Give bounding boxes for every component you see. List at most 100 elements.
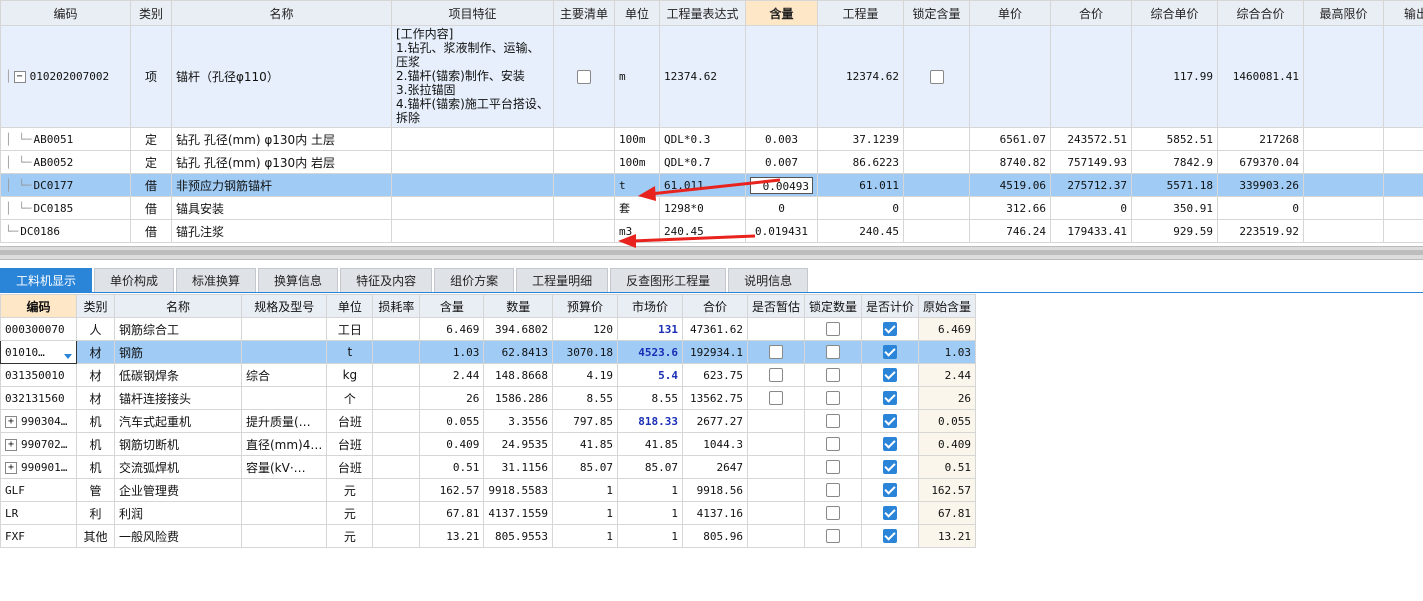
lock-qty-checkbox[interactable]	[826, 368, 841, 383]
res-qty-cell[interactable]: 62.8413	[483, 340, 553, 364]
res-content-cell[interactable]: 13.21	[419, 524, 485, 548]
res-provisional-cell[interactable]	[746, 363, 806, 387]
quota-comp-price-cell[interactable]: 929.59	[1131, 219, 1218, 243]
res-budget-cell[interactable]: 41.85	[552, 432, 618, 456]
bill-max-price-cell[interactable]	[1303, 25, 1384, 128]
quota-total-cell[interactable]: 757149.93	[1050, 150, 1132, 174]
resource-row[interactable]: LR 利 利润 元 67.81 4137.1559 1 1 4137.16 67…	[0, 501, 977, 525]
quota-qty-cell[interactable]: 37.1239	[817, 127, 904, 151]
quota-type-cell[interactable]: 借	[130, 173, 172, 197]
res-spec-cell[interactable]	[240, 501, 328, 525]
res-market-cell[interactable]: 1	[617, 524, 683, 548]
resource-row[interactable]: 031350010 材 低碳钢焊条 综合 kg 2.44 148.8668 4.…	[0, 363, 977, 387]
bill-type-cell[interactable]: 项	[130, 25, 172, 128]
res-total-cell[interactable]: 47361.62	[682, 317, 748, 341]
res-lock-cell[interactable]	[804, 455, 863, 479]
res-content-cell[interactable]: 0.055	[419, 409, 485, 433]
priced-checkbox[interactable]	[883, 460, 898, 475]
res-col-header-market-price[interactable]: 市场价	[617, 294, 683, 318]
main-list-checkbox[interactable]	[577, 69, 591, 84]
res-content-cell[interactable]: 0.51	[419, 455, 485, 479]
quota-content-cell[interactable]: 0.003	[745, 127, 818, 151]
res-total-cell[interactable]: 192934.1	[682, 340, 748, 364]
res-name-cell[interactable]: 企业管理费	[114, 478, 242, 502]
resource-row[interactable]: 000300070 人 钢筋综合工 工日 6.469 394.6802 120 …	[0, 317, 977, 341]
quota-content-cell[interactable]: 0.00493	[745, 173, 818, 197]
res-col-header-lock-qty[interactable]: 锁定数量	[804, 294, 863, 318]
res-lock-cell[interactable]	[804, 478, 863, 502]
res-col-header-code[interactable]: 编码	[0, 294, 77, 318]
quota-content-cell[interactable]: 0	[745, 196, 818, 220]
quota-main-list-cell[interactable]	[553, 219, 615, 243]
quota-comp-price-cell[interactable]: 7842.9	[1131, 150, 1218, 174]
col-header-output[interactable]: 输出业	[1383, 0, 1423, 26]
res-market-cell[interactable]: 1	[617, 501, 683, 525]
quota-code-cell[interactable]: └─ DC0186	[0, 219, 131, 243]
res-qty-cell[interactable]: 4137.1559	[483, 501, 553, 525]
quota-name-cell[interactable]: 非预应力钢筋锚杆	[171, 173, 392, 197]
quota-expr-cell[interactable]: QDL*0.7	[659, 150, 746, 174]
quota-code-cell[interactable]: │ └─ AB0051	[0, 127, 131, 151]
res-col-header-unit[interactable]: 单位	[326, 294, 374, 318]
resource-row[interactable]: +990304… 机 汽车式起重机 提升质量(… 台班 0.055 3.3556…	[0, 409, 977, 433]
res-col-header-budget-price[interactable]: 预算价	[552, 294, 618, 318]
res-unit-cell[interactable]: t	[326, 340, 374, 364]
res-priced-cell[interactable]	[861, 386, 920, 410]
quota-expr-cell[interactable]: 240.45	[659, 219, 746, 243]
quota-qty-cell[interactable]: 240.45	[817, 219, 904, 243]
res-loss-cell[interactable]	[372, 478, 421, 502]
res-priced-cell[interactable]	[861, 432, 920, 456]
col-header-name[interactable]: 名称	[171, 0, 392, 26]
res-type-cell[interactable]: 其他	[76, 524, 115, 548]
res-unit-cell[interactable]: 元	[326, 524, 374, 548]
priced-checkbox[interactable]	[883, 345, 898, 360]
bill-features-cell[interactable]: [工作内容] 1.钻孔、浆液制作、运输、压浆 2.锚杆(锚索)制作、安装 3.张…	[391, 25, 554, 128]
lock-qty-checkbox[interactable]	[826, 345, 841, 360]
res-code-cell[interactable]: +990304…	[0, 409, 77, 433]
quota-row[interactable]: │ └─ AB0052 定 钻孔 孔径(mm) φ130内 岩层 100m QDL…	[0, 150, 1423, 174]
res-lock-cell[interactable]	[804, 363, 863, 387]
res-unit-cell[interactable]: 个	[326, 386, 374, 410]
priced-checkbox[interactable]	[883, 368, 898, 383]
lock-qty-checkbox[interactable]	[826, 529, 841, 544]
res-lock-cell[interactable]	[804, 317, 863, 341]
bill-expr-cell[interactable]: 12374.62	[659, 25, 746, 128]
quota-price-cell[interactable]: 746.24	[969, 219, 1051, 243]
quota-features-cell[interactable]	[391, 173, 554, 197]
quota-name-cell[interactable]: 钻孔 孔径(mm) φ130内 岩层	[171, 150, 392, 174]
bill-total-cell[interactable]	[1050, 25, 1132, 128]
res-provisional-cell[interactable]	[746, 317, 806, 341]
res-budget-cell[interactable]: 797.85	[552, 409, 618, 433]
quota-expr-cell[interactable]: 1298*0	[659, 196, 746, 220]
tab-features-content[interactable]: 特征及内容	[340, 268, 433, 292]
res-lock-cell[interactable]	[804, 340, 863, 364]
res-col-header-loss[interactable]: 损耗率	[372, 294, 421, 318]
res-budget-cell[interactable]: 4.19	[552, 363, 618, 387]
res-name-cell[interactable]: 交流弧焊机	[114, 455, 242, 479]
quota-main-list-cell[interactable]	[553, 196, 615, 220]
lock-qty-checkbox[interactable]	[826, 391, 841, 406]
quota-expr-cell[interactable]: QDL*0.3	[659, 127, 746, 151]
res-orig-cell[interactable]: 0.409	[918, 432, 977, 456]
res-type-cell[interactable]: 材	[76, 340, 115, 364]
res-unit-cell[interactable]: 元	[326, 478, 374, 502]
res-total-cell[interactable]: 2647	[682, 455, 748, 479]
res-orig-cell[interactable]: 0.51	[918, 455, 977, 479]
col-header-max-price[interactable]: 最高限价	[1303, 0, 1384, 26]
res-priced-cell[interactable]	[861, 340, 920, 364]
res-lock-cell[interactable]	[804, 386, 863, 410]
bill-price-cell[interactable]	[969, 25, 1051, 128]
bill-comp-total-cell[interactable]: 1460081.41	[1217, 25, 1304, 128]
res-unit-cell[interactable]: 工日	[326, 317, 374, 341]
res-unit-cell[interactable]: 台班	[326, 409, 374, 433]
tab-description[interactable]: 说明信息	[728, 268, 809, 292]
res-market-cell[interactable]: 1	[617, 478, 683, 502]
splitter-grip[interactable]	[0, 250, 1423, 255]
col-header-content[interactable]: 含量	[745, 0, 818, 26]
col-header-code[interactable]: 编码	[0, 0, 131, 26]
res-lock-cell[interactable]	[804, 524, 863, 548]
quota-price-cell[interactable]: 312.66	[969, 196, 1051, 220]
col-header-lock-content[interactable]: 锁定含量	[903, 0, 970, 26]
res-col-header-content[interactable]: 含量	[419, 294, 485, 318]
res-type-cell[interactable]: 利	[76, 501, 115, 525]
